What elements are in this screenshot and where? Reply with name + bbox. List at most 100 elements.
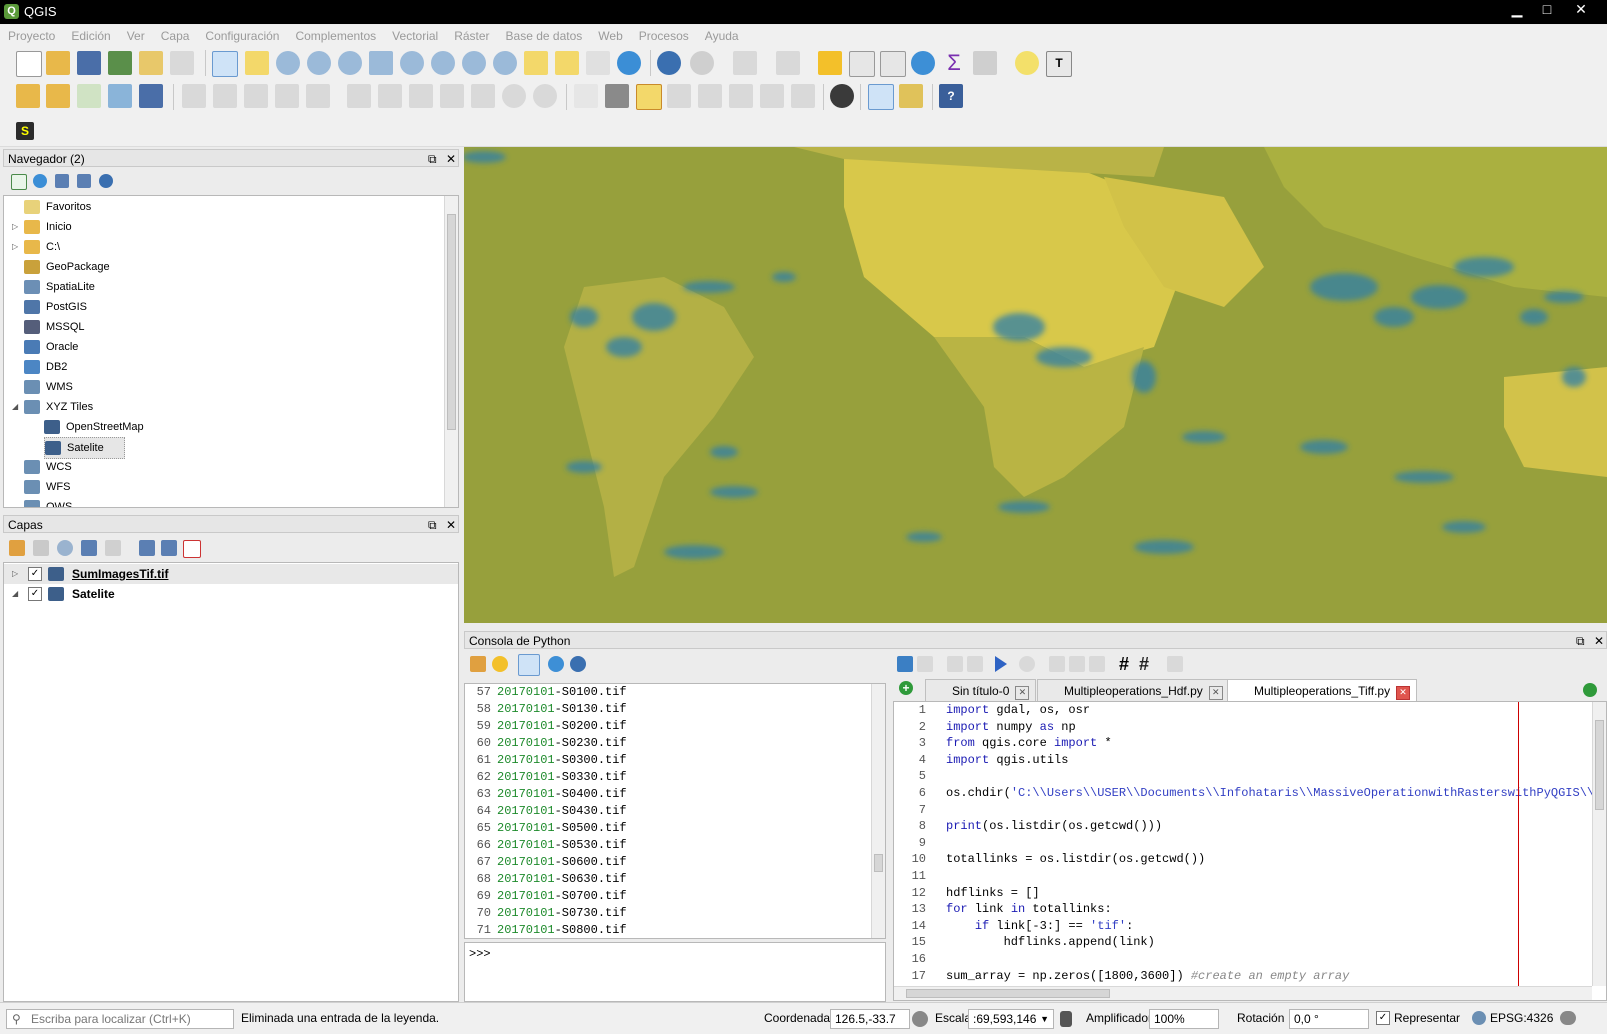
menu-web[interactable]: Web: [590, 25, 630, 47]
maximize-button[interactable]: □: [1532, 0, 1562, 20]
copy-text-icon[interactable]: [1069, 656, 1085, 672]
menu-configuracion[interactable]: Configuración: [197, 25, 287, 47]
uncomment-icon[interactable]: #: [1139, 654, 1155, 674]
code-editor[interactable]: 1 import gdal, os, osr 2 import numpy as np…: [893, 701, 1607, 1001]
pan-icon[interactable]: [212, 51, 238, 77]
browser-item[interactable]: GeoPackage: [4, 257, 440, 277]
tab-list-icon[interactable]: [1583, 683, 1597, 697]
clear-console-icon[interactable]: [470, 656, 486, 672]
browser-item[interactable]: ◢ XYZ Tiles: [4, 397, 440, 417]
deselect-icon[interactable]: [818, 51, 842, 75]
open-script-icon[interactable]: [897, 656, 913, 672]
save-edits-icon[interactable]: [244, 84, 268, 108]
filter-browser-icon[interactable]: [55, 174, 69, 188]
cut-features-icon[interactable]: [409, 84, 433, 108]
crs-globe-icon[interactable]: [1472, 1011, 1486, 1025]
show-editor-icon[interactable]: [518, 654, 540, 676]
open-project-icon[interactable]: [46, 51, 70, 75]
show-hide-labels-icon[interactable]: [698, 84, 722, 108]
collapse-arrow-icon[interactable]: ◢: [12, 397, 18, 417]
new-tab-icon[interactable]: +: [899, 681, 913, 695]
print-layout-icon[interactable]: [139, 51, 163, 75]
zoom-in-icon[interactable]: [276, 51, 300, 75]
add-group-icon[interactable]: [33, 540, 49, 556]
layer-checkbox[interactable]: ✓: [28, 587, 42, 601]
attribute-table-icon[interactable]: [849, 51, 875, 77]
save-script-as-icon[interactable]: [967, 656, 983, 672]
highlight-labels-icon[interactable]: [636, 84, 662, 110]
browser-item[interactable]: OpenStreetMap: [4, 417, 440, 437]
tab-multipleoperations-tiff[interactable]: Multipleoperations_Tiff.py ✕: [1227, 679, 1418, 701]
float-panel-icon[interactable]: ⧉: [428, 150, 437, 168]
browser-item[interactable]: MSSQL: [4, 317, 440, 337]
browser-item[interactable]: Satelite: [4, 437, 440, 459]
new-geopackage-icon[interactable]: [46, 84, 70, 108]
plugin-reloader-icon[interactable]: [899, 84, 923, 108]
zoom-layer-icon[interactable]: [431, 51, 455, 75]
filter-legend-icon[interactable]: [81, 540, 97, 556]
expand-arrow-icon[interactable]: ▷: [12, 237, 18, 257]
console-output-scrollbar[interactable]: [871, 684, 885, 938]
menu-edicion[interactable]: Edición: [63, 25, 118, 47]
temporal-icon[interactable]: [555, 51, 579, 75]
render-checkbox[interactable]: ✓: [1376, 1011, 1390, 1025]
style-panel-icon[interactable]: [9, 540, 25, 556]
delete-selected-icon[interactable]: [378, 84, 402, 108]
zoom-native-icon[interactable]: [338, 51, 362, 75]
magnifier-spinbox[interactable]: 100%: [1149, 1009, 1219, 1029]
labeling-icon[interactable]: [574, 84, 598, 108]
zoom-full-icon[interactable]: [369, 51, 393, 75]
refresh-browser-icon[interactable]: [33, 174, 47, 188]
rotate-label-icon[interactable]: [729, 84, 753, 108]
collapse-layers-icon[interactable]: [161, 540, 177, 556]
float-console-icon[interactable]: ⧉: [1576, 632, 1585, 650]
close-panel-icon[interactable]: ✕: [446, 150, 456, 168]
lock-scale-icon[interactable]: [1060, 1011, 1072, 1027]
comment-icon[interactable]: #: [1119, 654, 1135, 674]
save-script-icon[interactable]: [947, 656, 963, 672]
map-tips-icon[interactable]: [1015, 51, 1039, 75]
sextante-s-icon[interactable]: S: [16, 122, 34, 140]
browser-item[interactable]: ▷ C:\: [4, 237, 440, 257]
select-features-icon[interactable]: [733, 51, 757, 75]
close-button[interactable]: ✕: [1566, 0, 1596, 20]
locator-input[interactable]: Escriba para localizar (Ctrl+K): [6, 1009, 234, 1029]
console-help-icon[interactable]: [570, 656, 586, 672]
metasearch-icon[interactable]: [830, 84, 854, 108]
undo-icon[interactable]: [502, 84, 526, 108]
run-script-icon[interactable]: [995, 656, 1007, 672]
label-pin-icon[interactable]: [605, 84, 629, 108]
menu-ver[interactable]: Ver: [119, 25, 153, 47]
layer-checkbox[interactable]: ✓: [28, 567, 42, 581]
menu-raster[interactable]: Ráster: [446, 25, 497, 47]
filter-expression-icon[interactable]: [105, 540, 121, 556]
python-console-icon[interactable]: [868, 84, 894, 110]
properties-info-icon[interactable]: [99, 174, 113, 188]
field-calculator-icon[interactable]: [880, 51, 906, 77]
expand-all-icon[interactable]: [139, 540, 155, 556]
object-inspector-icon[interactable]: [1167, 656, 1183, 672]
browser-item[interactable]: OWS: [4, 497, 440, 507]
current-edits-icon[interactable]: [182, 84, 206, 108]
new-map-view-icon[interactable]: [524, 51, 548, 75]
browser-item[interactable]: WMS: [4, 377, 440, 397]
browser-item[interactable]: ▷ Inicio: [4, 217, 440, 237]
menu-ayuda[interactable]: Ayuda: [697, 25, 747, 47]
crs-button[interactable]: EPSG:4326: [1490, 1011, 1553, 1025]
collapse-all-icon[interactable]: [77, 174, 91, 188]
rotation-spinbox[interactable]: 0,0 °: [1289, 1009, 1369, 1029]
browser-item[interactable]: SpatiaLite: [4, 277, 440, 297]
processing-toolbox-icon[interactable]: [911, 51, 935, 75]
copy-features-icon[interactable]: [440, 84, 464, 108]
action-icon[interactable]: [690, 51, 714, 75]
toggle-extents-icon[interactable]: [912, 1011, 928, 1027]
modify-attributes-icon[interactable]: [347, 84, 371, 108]
coordinate-field[interactable]: 126.5,-33.7: [830, 1009, 910, 1029]
scale-combo[interactable]: :69,593,146 ▼: [968, 1009, 1054, 1029]
menu-vectorial[interactable]: Vectorial: [384, 25, 446, 47]
manage-visibility-icon[interactable]: [57, 540, 73, 556]
browser-item[interactable]: WCS: [4, 457, 440, 477]
statistics-sigma-icon[interactable]: Σ: [942, 51, 966, 75]
tab-sin-titulo[interactable]: Sin título-0 ✕: [925, 679, 1037, 701]
bookmark-icon[interactable]: [586, 51, 610, 75]
